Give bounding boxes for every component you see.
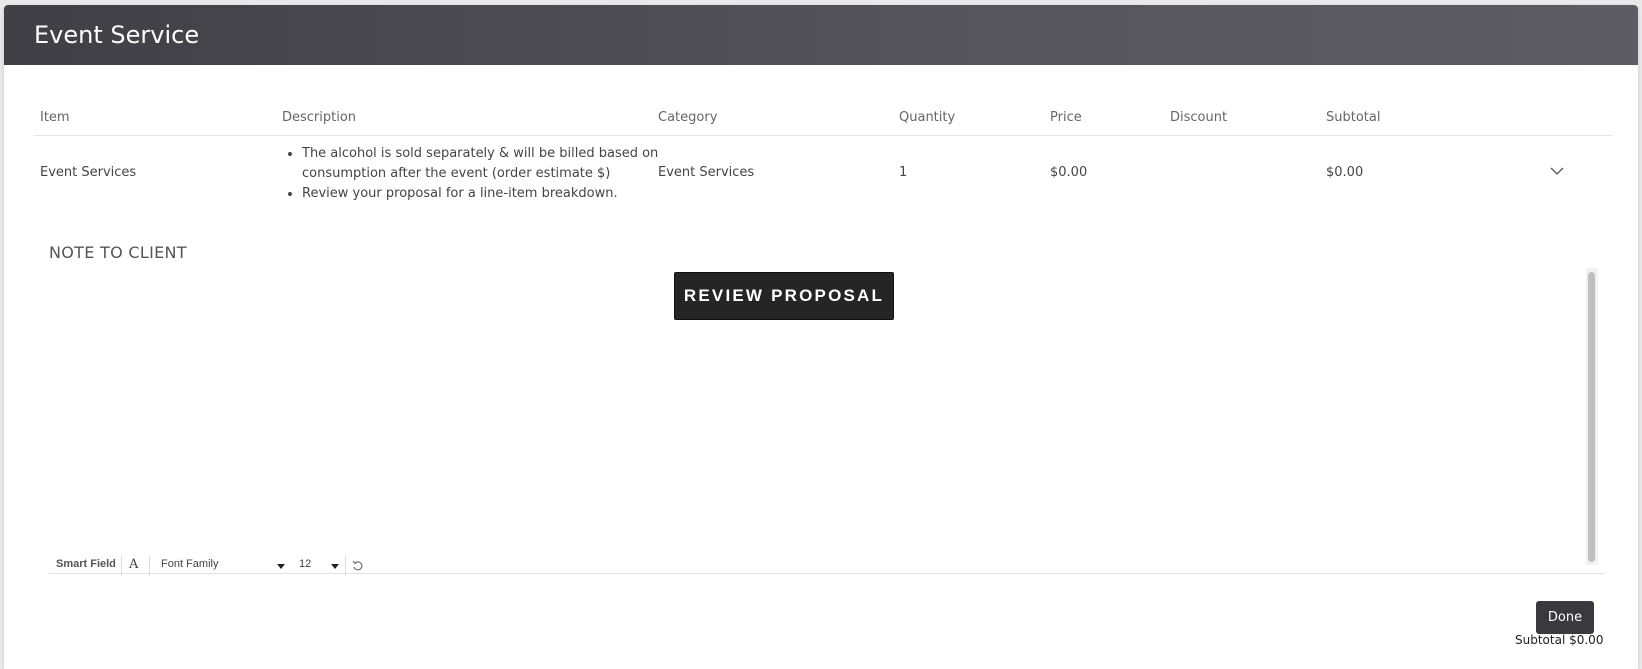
text-format-icon[interactable]: A xyxy=(129,557,138,572)
toolbar-divider xyxy=(345,556,346,576)
editor-toolbar: Smart Field A Font Family 12 xyxy=(49,554,1049,578)
column-header-quantity: Quantity xyxy=(899,110,956,125)
toolbar-divider xyxy=(121,556,122,576)
table-row[interactable]: Event Services The alcohol is sold separ… xyxy=(34,138,1612,218)
item-cell: Event Services xyxy=(40,165,137,180)
quantity-cell: 1 xyxy=(899,165,908,180)
review-proposal-button[interactable]: REVIEW PROPOSAL xyxy=(674,272,894,320)
undo-icon[interactable] xyxy=(352,560,364,572)
subtotal-cell: $0.00 xyxy=(1326,165,1364,180)
smart-field-button[interactable]: Smart Field xyxy=(56,558,116,570)
font-family-select[interactable]: Font Family xyxy=(161,558,218,570)
editor-scrollbar[interactable] xyxy=(1586,268,1598,565)
table-header: Item Description Category Quantity Price… xyxy=(34,93,1612,136)
price-cell: $0.00 xyxy=(1050,165,1088,180)
column-header-category: Category xyxy=(658,110,718,125)
note-editor[interactable]: REVIEW PROPOSAL xyxy=(49,268,1605,574)
note-to-client-label: NOTE TO CLIENT xyxy=(49,243,187,262)
description-line: Review your proposal for a line-item bre… xyxy=(302,184,662,204)
font-size-select[interactable]: 12 xyxy=(299,558,311,570)
modal-header: Event Service xyxy=(4,5,1638,65)
toolbar-divider xyxy=(149,556,150,576)
column-header-price: Price xyxy=(1050,110,1082,125)
done-button[interactable]: Done xyxy=(1536,601,1594,634)
description-cell: The alcohol is sold separately & will be… xyxy=(282,144,662,204)
column-header-subtotal: Subtotal xyxy=(1326,110,1381,125)
event-service-modal: Event Service Item Description Category … xyxy=(4,5,1638,669)
chevron-down-icon[interactable] xyxy=(331,564,339,569)
chevron-down-icon[interactable] xyxy=(277,564,285,569)
description-line: The alcohol is sold separately & will be… xyxy=(302,144,662,184)
scrollbar-thumb[interactable] xyxy=(1588,272,1595,562)
column-header-description: Description xyxy=(282,110,357,125)
chevron-down-icon[interactable] xyxy=(1550,166,1564,176)
category-cell: Event Services xyxy=(658,165,755,180)
modal-title: Event Service xyxy=(34,21,200,49)
column-header-item: Item xyxy=(40,110,70,125)
order-subtotal: Subtotal $0.00 xyxy=(1515,633,1604,647)
column-header-discount: Discount xyxy=(1170,110,1228,125)
